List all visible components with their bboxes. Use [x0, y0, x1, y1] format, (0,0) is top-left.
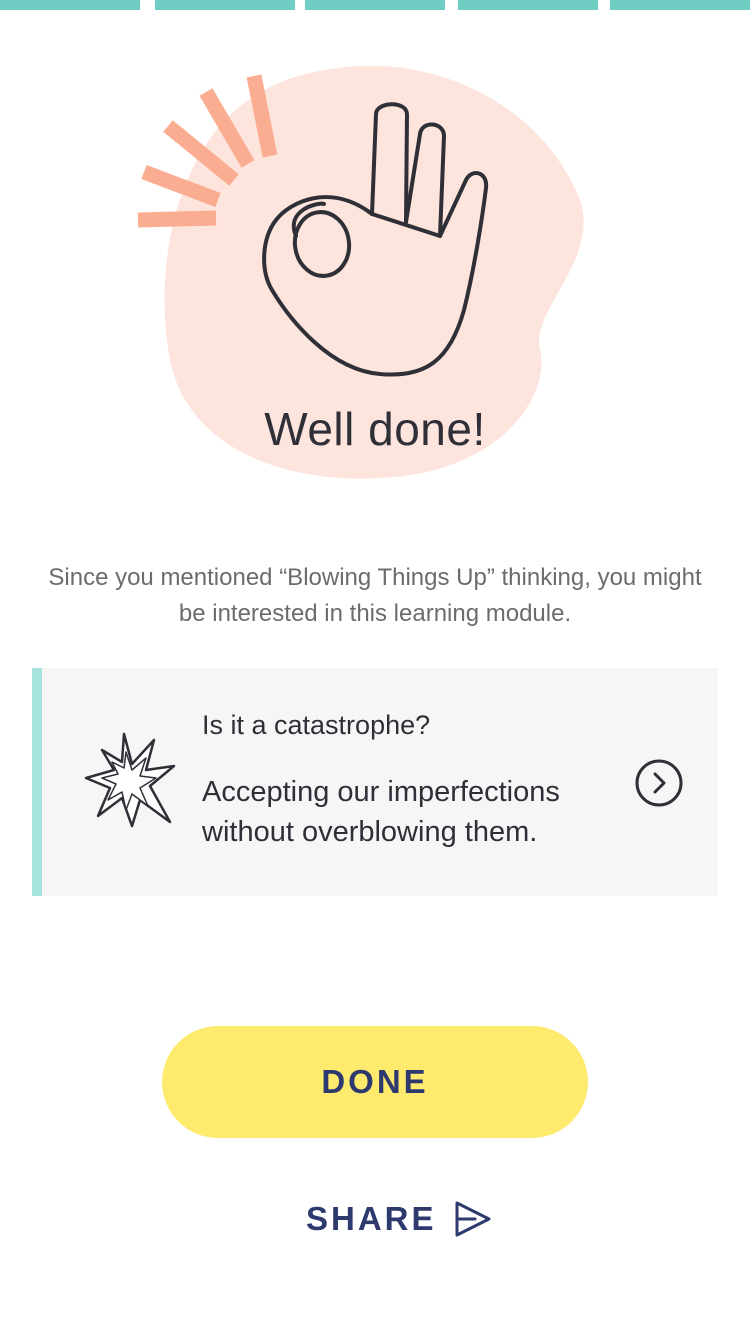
share-label: SHARE: [306, 1200, 437, 1237]
send-icon: [455, 1201, 491, 1237]
progress-segment: [155, 0, 295, 10]
progress-segment: [0, 0, 140, 10]
progress-segment: [610, 0, 750, 10]
progress-segment: [458, 0, 598, 10]
share-button[interactable]: SHARE: [306, 1196, 493, 1242]
progress-bar: [0, 0, 750, 10]
done-button[interactable]: DONE: [162, 1026, 588, 1138]
module-description: Accepting our imperfections without over…: [202, 776, 560, 848]
chevron-right-circle-icon[interactable]: [634, 758, 684, 808]
module-title: Is it a catastrophe?: [202, 710, 431, 740]
page-title: Well done!: [264, 403, 486, 455]
learning-module-card[interactable]: Is it a catastrophe? Accepting our imper…: [32, 668, 718, 896]
recommendation-message: Since you mentioned “Blowing Things Up” …: [48, 564, 702, 627]
burst-icon: [84, 732, 176, 828]
progress-segment: [305, 0, 445, 10]
